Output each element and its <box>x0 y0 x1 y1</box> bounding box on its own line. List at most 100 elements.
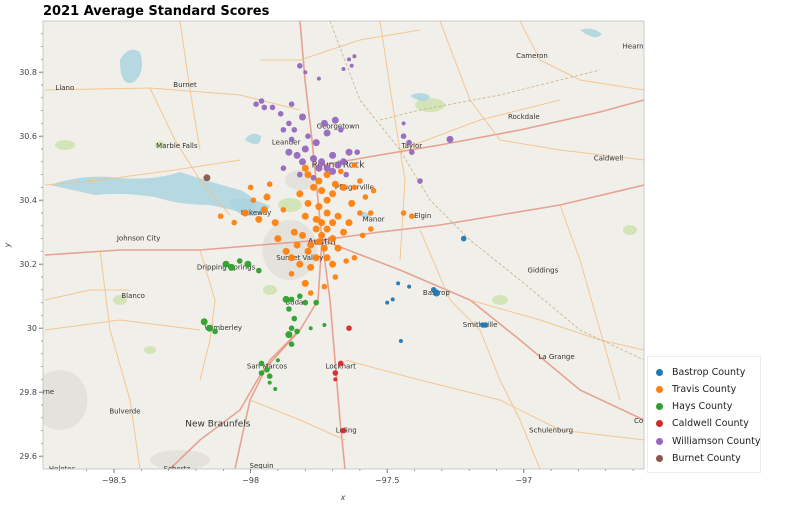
data-point <box>247 184 254 191</box>
data-point <box>296 260 304 268</box>
legend-marker <box>656 368 663 376</box>
data-point <box>312 139 320 147</box>
park-area <box>263 285 277 295</box>
data-point <box>446 135 454 143</box>
data-point <box>288 101 295 107</box>
legend: Bastrop County Travis County Hays County Ca… <box>647 356 761 473</box>
data-point <box>312 225 320 233</box>
data-point <box>329 219 337 227</box>
data-point <box>305 133 311 139</box>
data-point <box>396 281 401 286</box>
legend-label: Hays County <box>672 401 733 413</box>
data-point <box>323 225 331 233</box>
data-point <box>323 209 331 217</box>
data-point <box>286 306 292 312</box>
data-point <box>288 271 295 277</box>
legend-label: Travis County <box>672 383 737 395</box>
data-point <box>291 315 298 322</box>
data-point <box>318 187 326 195</box>
data-point <box>297 293 303 300</box>
place-label: Llano <box>55 84 74 92</box>
data-point <box>217 213 224 219</box>
park-area <box>144 346 156 354</box>
data-point <box>258 370 265 376</box>
data-point <box>417 178 423 184</box>
legend-marker <box>656 455 663 462</box>
data-point <box>315 203 323 211</box>
data-point <box>271 219 279 227</box>
place-label: Rockdale <box>508 113 540 121</box>
data-point <box>329 190 337 198</box>
data-point <box>315 164 323 172</box>
data-point <box>280 165 287 171</box>
data-point <box>253 101 259 107</box>
data-point <box>301 145 309 153</box>
y-tick-label: 30.6 <box>19 132 37 141</box>
data-point <box>299 158 306 166</box>
data-point <box>340 158 347 166</box>
data-point <box>331 180 339 188</box>
data-point <box>203 174 211 182</box>
data-point <box>318 219 326 227</box>
legend-label: Williamson County <box>672 435 761 447</box>
legend-marker <box>656 437 663 445</box>
data-point <box>307 290 314 296</box>
data-point <box>346 325 352 332</box>
data-point <box>282 295 290 303</box>
data-point <box>357 178 363 184</box>
data-point <box>261 104 268 111</box>
legend-marker <box>656 385 663 393</box>
data-point <box>332 274 339 280</box>
data-point <box>258 360 265 367</box>
y-tick-label: 29.6 <box>19 452 37 461</box>
data-point <box>321 283 328 290</box>
data-point <box>340 228 347 236</box>
data-point <box>351 184 358 191</box>
data-point <box>401 121 406 126</box>
data-point <box>308 326 313 331</box>
legend-label: Caldwell County <box>672 418 749 430</box>
place-label: Schulenburg <box>529 427 573 435</box>
data-point <box>304 247 312 255</box>
data-point <box>354 149 361 155</box>
data-point <box>385 300 390 305</box>
data-point <box>406 139 412 146</box>
x-tick-label: −98.5 <box>102 476 127 485</box>
data-point <box>280 127 287 133</box>
urban-area <box>43 370 88 430</box>
data-point <box>236 258 243 264</box>
data-point <box>297 171 303 178</box>
data-point <box>323 129 331 137</box>
data-point <box>341 67 346 71</box>
data-point <box>310 183 317 191</box>
place-label: New Braunfels <box>185 420 250 430</box>
data-point <box>304 199 312 207</box>
data-point <box>280 207 287 213</box>
data-point <box>288 296 295 303</box>
data-point <box>316 76 321 81</box>
place-label: rne <box>43 388 55 396</box>
data-point <box>231 219 237 226</box>
data-point <box>348 199 356 207</box>
data-point <box>409 149 415 155</box>
data-point <box>299 231 306 239</box>
park-area <box>492 295 508 305</box>
place-label: Hearn <box>623 43 644 51</box>
data-point <box>269 104 276 111</box>
data-point <box>340 427 347 434</box>
data-point <box>338 127 344 133</box>
y-tick-label: 30.4 <box>19 196 37 205</box>
data-point <box>400 133 407 139</box>
data-point <box>303 70 308 75</box>
data-point <box>407 284 412 289</box>
legend-item: Caldwell County <box>656 417 749 431</box>
y-tick-label: 30.2 <box>19 260 37 269</box>
data-point <box>307 263 315 271</box>
data-point <box>320 244 328 252</box>
place-label: Blanco <box>121 292 145 300</box>
x-axis-label: x <box>340 493 346 502</box>
place-label: Co <box>634 417 643 425</box>
data-point <box>250 197 257 203</box>
data-point <box>359 232 366 239</box>
park-area <box>55 140 75 150</box>
